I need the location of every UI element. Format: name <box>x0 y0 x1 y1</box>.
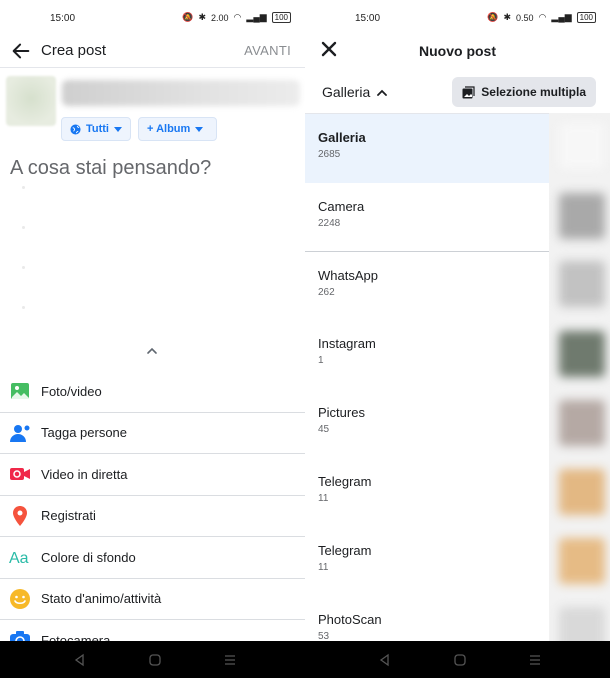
header: Crea post AVANTI <box>0 36 305 68</box>
nav-home-icon[interactable] <box>148 653 162 667</box>
album-list: Galleria 2685 Camera 2248 WhatsApp 262 I… <box>305 113 549 641</box>
back-arrow-icon[interactable] <box>10 40 32 62</box>
album-selector[interactable]: + Album <box>138 117 217 141</box>
create-post-screen: 15:00 🔕 ✱ 2.00 ◠ ▂▄▆ 100 Crea post AVANT… <box>0 0 305 641</box>
caret-down-icon <box>114 126 122 132</box>
live-video-icon <box>10 468 30 481</box>
post-actions: Foto/video Tagga persone Video in dirett… <box>0 371 305 641</box>
album-count: 11 <box>318 561 329 573</box>
thumbnail <box>559 123 605 169</box>
location-pin-icon <box>13 505 27 526</box>
signal-icon: ▂▄▆ <box>246 12 267 22</box>
action-camera[interactable]: Fotocamera <box>0 620 305 641</box>
chevron-up-icon[interactable] <box>145 345 159 357</box>
thumbnail <box>559 607 605 641</box>
multi-select-button[interactable]: Selezione multipla <box>452 77 596 107</box>
background-thumbnails <box>549 113 610 641</box>
chevron-up-icon <box>377 89 388 96</box>
album-row[interactable]: Camera 2248 <box>305 182 549 252</box>
action-feeling-activity[interactable]: Stato d'animo/attività <box>0 579 305 620</box>
album-name: Telegram <box>318 473 372 489</box>
avatar <box>6 76 56 126</box>
thumbnail <box>559 469 605 515</box>
album-name: Telegram <box>318 542 372 558</box>
album-count: 2685 <box>318 149 341 160</box>
page-title: Nuovo post <box>419 43 496 59</box>
album-row[interactable]: Telegram 11 <box>305 526 549 596</box>
audience-label: Tutti <box>85 123 109 135</box>
multi-select-label: Selezione multipla <box>481 85 586 99</box>
action-live-video[interactable]: Video in diretta <box>0 454 305 496</box>
album-count: 262 <box>318 286 335 298</box>
background-dots <box>22 186 25 346</box>
page-title: Crea post <box>41 42 107 59</box>
action-background-color[interactable]: Aa Colore di sfondo <box>0 537 305 579</box>
album-row[interactable]: Pictures 45 <box>305 389 549 458</box>
action-photo-video[interactable]: Foto/video <box>0 371 305 413</box>
album-name: Instagram <box>318 336 376 352</box>
svg-text:Aa: Aa <box>9 550 29 567</box>
battery-icon: 100 <box>271 12 291 23</box>
album-name: PhotoScan <box>318 611 382 627</box>
gallery-dropdown[interactable]: Galleria <box>322 84 388 100</box>
network-speed: 2.00 <box>211 12 229 23</box>
multi-photo-icon <box>462 85 475 98</box>
audience-selector[interactable]: Tutti <box>61 117 131 141</box>
album-label: + Album <box>147 123 191 135</box>
album-count: 45 <box>318 424 330 436</box>
system-nav-bar <box>0 641 610 678</box>
bluetooth-icon: ✱ <box>503 12 512 22</box>
wifi-icon: ◠ <box>538 12 547 22</box>
album-row[interactable]: Telegram 11 <box>305 457 549 527</box>
bluetooth-icon: ✱ <box>198 12 207 22</box>
user-name-blurred <box>62 80 300 106</box>
status-time: 15:00 <box>50 13 76 24</box>
new-post-gallery-screen: 15:00 🔕 ✱ 0.50 ◠ ▂▄▆ 100 Nuovo post Gall… <box>305 0 610 641</box>
nav-menu-icon[interactable] <box>528 653 542 667</box>
smiley-icon <box>10 588 30 609</box>
wifi-icon: ◠ <box>233 12 242 22</box>
thumbnail <box>559 538 605 584</box>
thumbnail <box>559 261 605 307</box>
mute-icon: 🔕 <box>487 12 499 22</box>
album-count: 11 <box>318 492 329 504</box>
album-row[interactable]: PhotoScan 53 <box>305 595 549 641</box>
nav-home-icon[interactable] <box>453 653 467 667</box>
gallery-dropdown-label: Galleria <box>322 84 371 100</box>
album-count: 1 <box>318 355 324 367</box>
next-button[interactable]: AVANTI <box>244 43 291 58</box>
battery-icon: 100 <box>576 12 596 23</box>
camera-icon <box>10 631 30 641</box>
mute-icon: 🔕 <box>182 12 194 22</box>
thumbnail <box>559 193 605 239</box>
signal-icon: ▂▄▆ <box>551 12 572 22</box>
album-name: Pictures <box>318 405 365 421</box>
album-row[interactable]: Instagram 1 <box>305 320 549 390</box>
photo-icon <box>11 383 29 400</box>
action-tag-people[interactable]: Tagga persone <box>0 413 305 454</box>
globe-icon <box>70 123 81 135</box>
nav-back-icon[interactable] <box>378 653 392 667</box>
album-count: 2248 <box>318 217 341 229</box>
caret-down-icon <box>195 126 204 132</box>
thumbnail <box>559 331 605 377</box>
album-name: WhatsApp <box>318 267 378 283</box>
tag-people-icon <box>10 424 30 442</box>
status-time: 15:00 <box>355 13 381 24</box>
album-row[interactable]: Galleria 2685 <box>305 114 549 183</box>
album-count: 53 <box>318 630 330 641</box>
album-row[interactable]: WhatsApp 262 <box>305 251 549 321</box>
status-bar: 15:00 🔕 ✱ 2.00 ◠ ▂▄▆ 100 <box>0 0 305 36</box>
nav-menu-icon[interactable] <box>223 653 237 667</box>
album-name: Camera <box>318 198 365 214</box>
nav-back-icon[interactable] <box>73 653 87 667</box>
text-background-icon: Aa <box>9 550 29 567</box>
album-name: Galleria <box>318 130 366 145</box>
action-check-in[interactable]: Registrati <box>0 496 305 537</box>
composer-input[interactable]: A cosa stai pensando? <box>10 157 211 180</box>
network-speed: 0.50 <box>516 12 534 23</box>
status-bar: 15:00 🔕 ✱ 0.50 ◠ ▂▄▆ 100 <box>305 0 610 36</box>
thumbnail <box>559 400 605 446</box>
